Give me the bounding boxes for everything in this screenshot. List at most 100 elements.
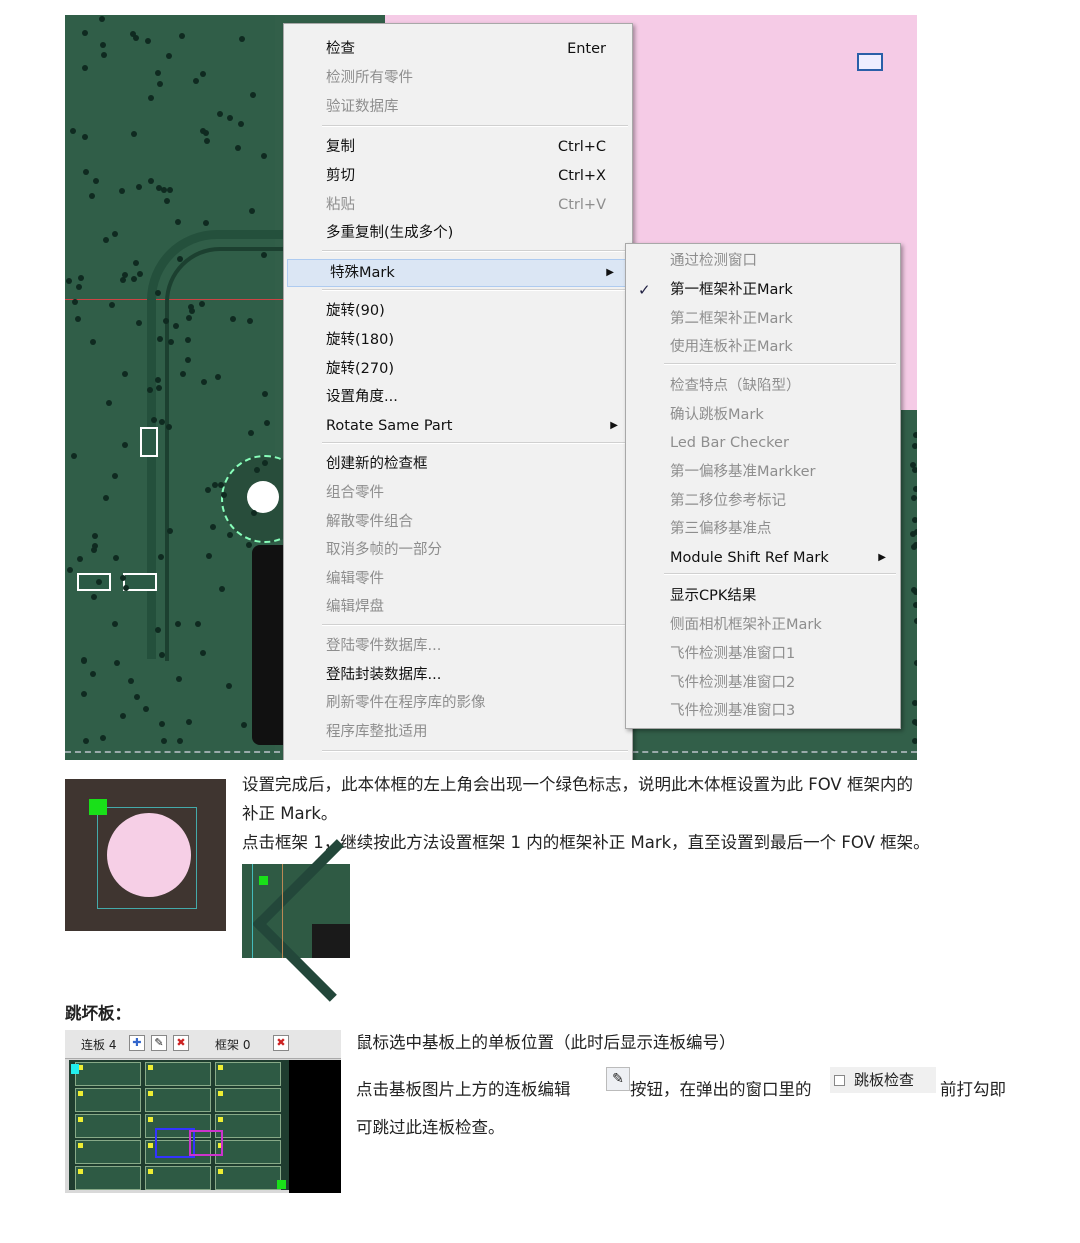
via-dot (92, 532, 99, 539)
menu-item[interactable]: 验证数据库 (284, 94, 632, 120)
submenu-item[interactable]: 飞件检测基准窗口1 (626, 641, 900, 667)
menu-item[interactable]: 编辑焊盘 (284, 594, 632, 620)
menu-item[interactable]: 设置角度... (284, 384, 632, 410)
menu-item[interactable]: 选择相同类型的窗口 (284, 758, 632, 760)
menu-separator (664, 363, 896, 365)
submenu-item[interactable]: 飞件检测基准窗口2 (626, 670, 900, 696)
panel-board-cell[interactable] (215, 1062, 281, 1086)
menu-item[interactable]: 编辑零件 (284, 566, 632, 592)
submenu-item[interactable]: 第一偏移基准Markker (626, 459, 900, 485)
via-dot (122, 371, 129, 378)
submenu-item[interactable]: 第三偏移基准点 (626, 516, 900, 542)
panel-board-cell[interactable] (75, 1088, 141, 1112)
menu-item-label: 复制 (326, 139, 355, 155)
menu-item[interactable]: 解散零件组合 (284, 509, 632, 535)
panel-board-cell[interactable] (75, 1140, 141, 1164)
board-mark (218, 1169, 223, 1174)
panel-board-cell[interactable] (75, 1114, 141, 1138)
submenu-item[interactable]: 第二移位参考标记 (626, 488, 900, 514)
via-dot (80, 658, 87, 665)
add-icon[interactable]: ✚ (129, 1035, 145, 1051)
delete-icon[interactable]: ✖ (173, 1035, 189, 1051)
paragraph-2-line-3: 可跳过此连板检查。 (356, 1118, 505, 1137)
submenu-item-label: 检查特点（缺陷型） (670, 378, 801, 394)
via-dot (911, 495, 917, 502)
panel-board-cell[interactable] (75, 1062, 141, 1086)
frame-cyan-line (252, 864, 253, 958)
via-dot (135, 184, 142, 191)
menu-item[interactable]: 组合零件 (284, 480, 632, 506)
menu-item-shortcut: Enter (567, 41, 606, 57)
via-dot (158, 651, 165, 658)
menu-item[interactable]: 剪切 Ctrl+X (284, 163, 632, 189)
submenu-item[interactable]: 检查特点（缺陷型） (626, 373, 900, 399)
via-dot (218, 586, 225, 593)
submenu-item[interactable]: 侧面相机框架补正Mark (626, 612, 900, 638)
menu-item[interactable]: 取消多帧的一部分 (284, 537, 632, 563)
via-dot (119, 277, 126, 284)
menu-item[interactable]: 旋转(270) (284, 356, 632, 382)
via-dot (185, 314, 192, 321)
menu-item[interactable]: 旋转(180) (284, 327, 632, 353)
menu-item[interactable]: 登陆封装数据库... (284, 662, 632, 688)
menu-item[interactable]: 程序库整批适用 (284, 719, 632, 745)
submenu-arrow-icon: ▶ (606, 267, 614, 278)
submenu-item[interactable]: Module Shift Ref Mark ▶ (626, 545, 900, 571)
menu-item[interactable]: 检测所有零件 (284, 65, 632, 91)
context-menu-screenshot: 检查 Enter 检测所有零件验证数据库复制 Ctrl+C 剪切 Ctrl+X 粘贴 Ctrl… (65, 15, 917, 760)
menu-item[interactable]: 特殊Mark ▶ (287, 259, 629, 287)
submenu-item[interactable]: 通过检测窗口 (626, 248, 900, 274)
skip-board-checkbox[interactable]: 跳板检查 (830, 1067, 936, 1093)
panel-board-cell[interactable] (145, 1062, 211, 1086)
via-dot (250, 509, 257, 516)
panel-board-cell[interactable] (215, 1166, 281, 1190)
green-mark-indicator (259, 876, 268, 885)
via-dot (148, 177, 154, 184)
via-dot (75, 284, 82, 291)
panel-board-cell[interactable] (145, 1166, 211, 1190)
submenu-item[interactable]: Led Bar Checker (626, 430, 900, 456)
menu-item[interactable]: 复制 Ctrl+C (284, 134, 632, 160)
via-dot (92, 543, 99, 550)
via-dot (70, 127, 76, 134)
menu-item-label: 剪切 (326, 168, 355, 184)
menu-item[interactable]: 旋转(90) (284, 298, 632, 324)
checkbox-box[interactable] (834, 1075, 845, 1086)
panel-edit-icon[interactable]: ✎ (606, 1067, 630, 1091)
via-dot (912, 432, 917, 439)
panel-board-cell[interactable] (215, 1114, 281, 1138)
menu-item-label: 验证数据库 (326, 99, 399, 115)
delete-frame-icon[interactable]: ✖ (273, 1035, 289, 1051)
board-mark (78, 1117, 83, 1122)
menu-item[interactable]: Rotate Same Part ▶ (284, 413, 632, 439)
edit-icon[interactable]: ✎ (151, 1035, 167, 1051)
submenu-item[interactable]: ✓ 第一框架补正Mark (626, 277, 900, 303)
via-dot (235, 145, 242, 152)
menu-separator (322, 442, 628, 444)
via-dot (161, 187, 168, 194)
panel-board-cell[interactable] (75, 1166, 141, 1190)
menu-item[interactable]: 粘贴 Ctrl+V (284, 192, 632, 218)
panel-board-cell[interactable] (215, 1088, 281, 1112)
menu-item[interactable]: 检查 Enter (284, 36, 632, 62)
menu-item[interactable]: 刷新零件在程序库的影像 (284, 690, 632, 716)
menu-item[interactable]: 创建新的检查框 (284, 451, 632, 477)
via-dot (261, 390, 268, 397)
green-corner-mark (277, 1180, 286, 1189)
submenu-item[interactable]: 飞件检测基准窗口3 (626, 698, 900, 724)
menu-item[interactable]: 登陆零件数据库... (284, 633, 632, 659)
submenu-item[interactable]: 确认跳板Mark (626, 402, 900, 428)
via-dot (89, 671, 96, 678)
submenu-item[interactable]: 第二框架补正Mark (626, 306, 900, 332)
via-dot (248, 429, 255, 436)
menu-item[interactable]: 多重复制(生成多个) (284, 220, 632, 246)
via-dot (83, 738, 90, 745)
via-dot (249, 91, 256, 98)
submenu-item[interactable]: 使用连板补正Mark (626, 334, 900, 360)
panel-board-cell[interactable] (145, 1088, 211, 1112)
via-dot (215, 374, 222, 381)
menu-item-label: 多重复制(生成多个) (326, 225, 454, 241)
via-dot (109, 302, 116, 309)
submenu-item[interactable]: 显示CPK结果 (626, 583, 900, 609)
panel-board-cell[interactable] (215, 1140, 281, 1164)
